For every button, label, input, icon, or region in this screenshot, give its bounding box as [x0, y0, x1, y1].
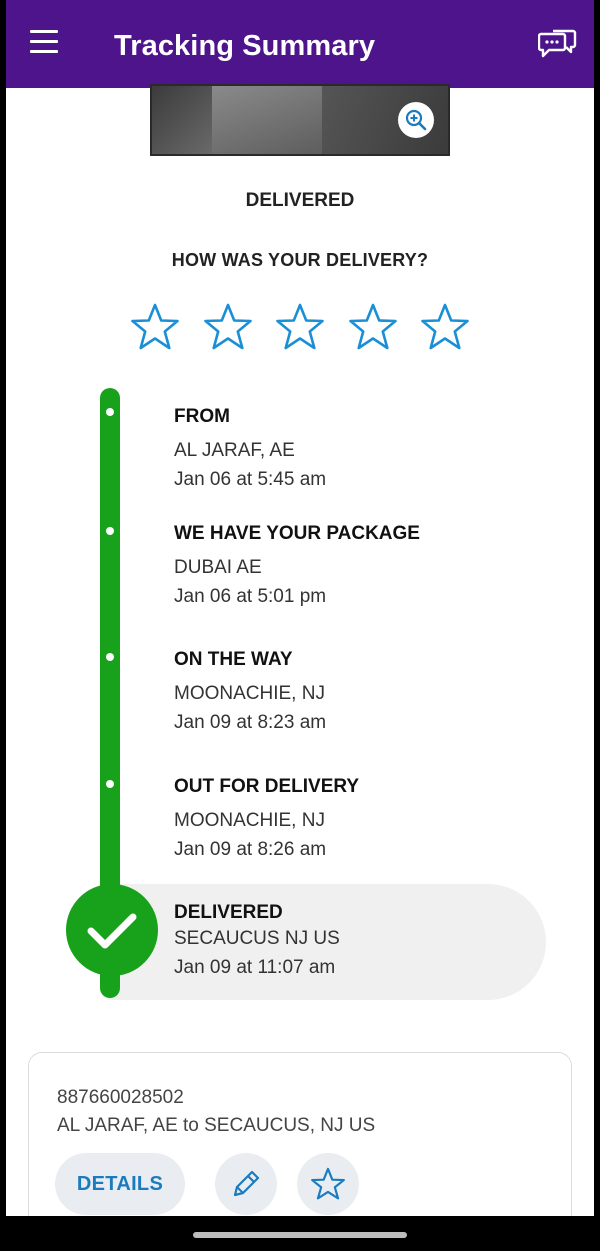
rating-star-5[interactable] [420, 302, 470, 352]
step-time: Jan 09 at 11:07 am [174, 957, 336, 978]
step-time: Jan 09 at 8:23 am [174, 712, 327, 733]
timeline-step-out-for-delivery: OUT FOR DELIVERY MOONACHIE, NJ Jan 09 at… [174, 776, 534, 864]
step-label: WE HAVE YOUR PACKAGE [174, 523, 420, 544]
step-label: ON THE WAY [174, 649, 293, 670]
tracking-screen: Tracking Summary DELIVERED HOW WAS YOUR … [6, 0, 594, 1216]
timeline-dot [106, 408, 114, 416]
delivery-photo[interactable] [150, 84, 450, 156]
shipment-card[interactable]: 887660028502 AL JARAF, AE to SECAUCUS, N… [28, 1052, 572, 1216]
system-nav-bar [0, 1216, 600, 1251]
timeline-dot [106, 780, 114, 788]
shipment-route: AL JARAF, AE to SECAUCUS, NJ US [57, 1115, 376, 1136]
step-time: Jan 06 at 5:45 am [174, 469, 327, 490]
step-label: DELIVERED [174, 902, 283, 923]
step-location: MOONACHIE, NJ [174, 683, 325, 704]
timeline-dot [106, 527, 114, 535]
chat-bubbles-icon[interactable] [537, 28, 578, 64]
timeline-step-on-the-way: ON THE WAY MOONACHIE, NJ Jan 09 at 8:23 … [174, 649, 534, 737]
rating-star-3[interactable] [275, 302, 325, 352]
tracking-number: 887660028502 [57, 1087, 184, 1108]
step-time: Jan 06 at 5:01 pm [174, 586, 327, 607]
timeline-step-picked-up: WE HAVE YOUR PACKAGE DUBAI AE Jan 06 at … [174, 523, 534, 611]
step-location: DUBAI AE [174, 557, 262, 578]
details-button[interactable]: DETAILS [55, 1153, 185, 1215]
step-label: FROM [174, 406, 230, 427]
app-bar: Tracking Summary [6, 0, 594, 88]
hamburger-menu-icon[interactable] [30, 30, 66, 60]
delivered-check-icon [66, 884, 158, 976]
timeline-dot [106, 653, 114, 661]
timeline-step-delivered: DELIVERED SECAUCUS NJ US Jan 09 at 11:07… [174, 902, 534, 982]
rating-stars [130, 302, 470, 352]
rating-star-2[interactable] [203, 302, 253, 352]
step-location: SECAUCUS NJ US [174, 928, 340, 949]
step-location: AL JARAF, AE [174, 440, 295, 461]
rating-question: HOW WAS YOUR DELIVERY? [171, 250, 429, 270]
delivery-status: DELIVERED [245, 190, 355, 211]
timeline-step-from: FROM AL JARAF, AE Jan 06 at 5:45 am [174, 406, 534, 494]
step-label: OUT FOR DELIVERY [174, 776, 360, 797]
step-location: MOONACHIE, NJ [174, 810, 325, 831]
page-title: Tracking Summary [114, 30, 376, 62]
star-outline-icon[interactable] [297, 1153, 359, 1215]
zoom-in-icon[interactable] [398, 102, 434, 138]
rating-star-1[interactable] [130, 302, 180, 352]
pencil-icon[interactable] [215, 1153, 277, 1215]
step-time: Jan 09 at 8:26 am [174, 839, 327, 860]
home-gesture-handle[interactable] [193, 1232, 407, 1238]
rating-star-4[interactable] [348, 302, 398, 352]
